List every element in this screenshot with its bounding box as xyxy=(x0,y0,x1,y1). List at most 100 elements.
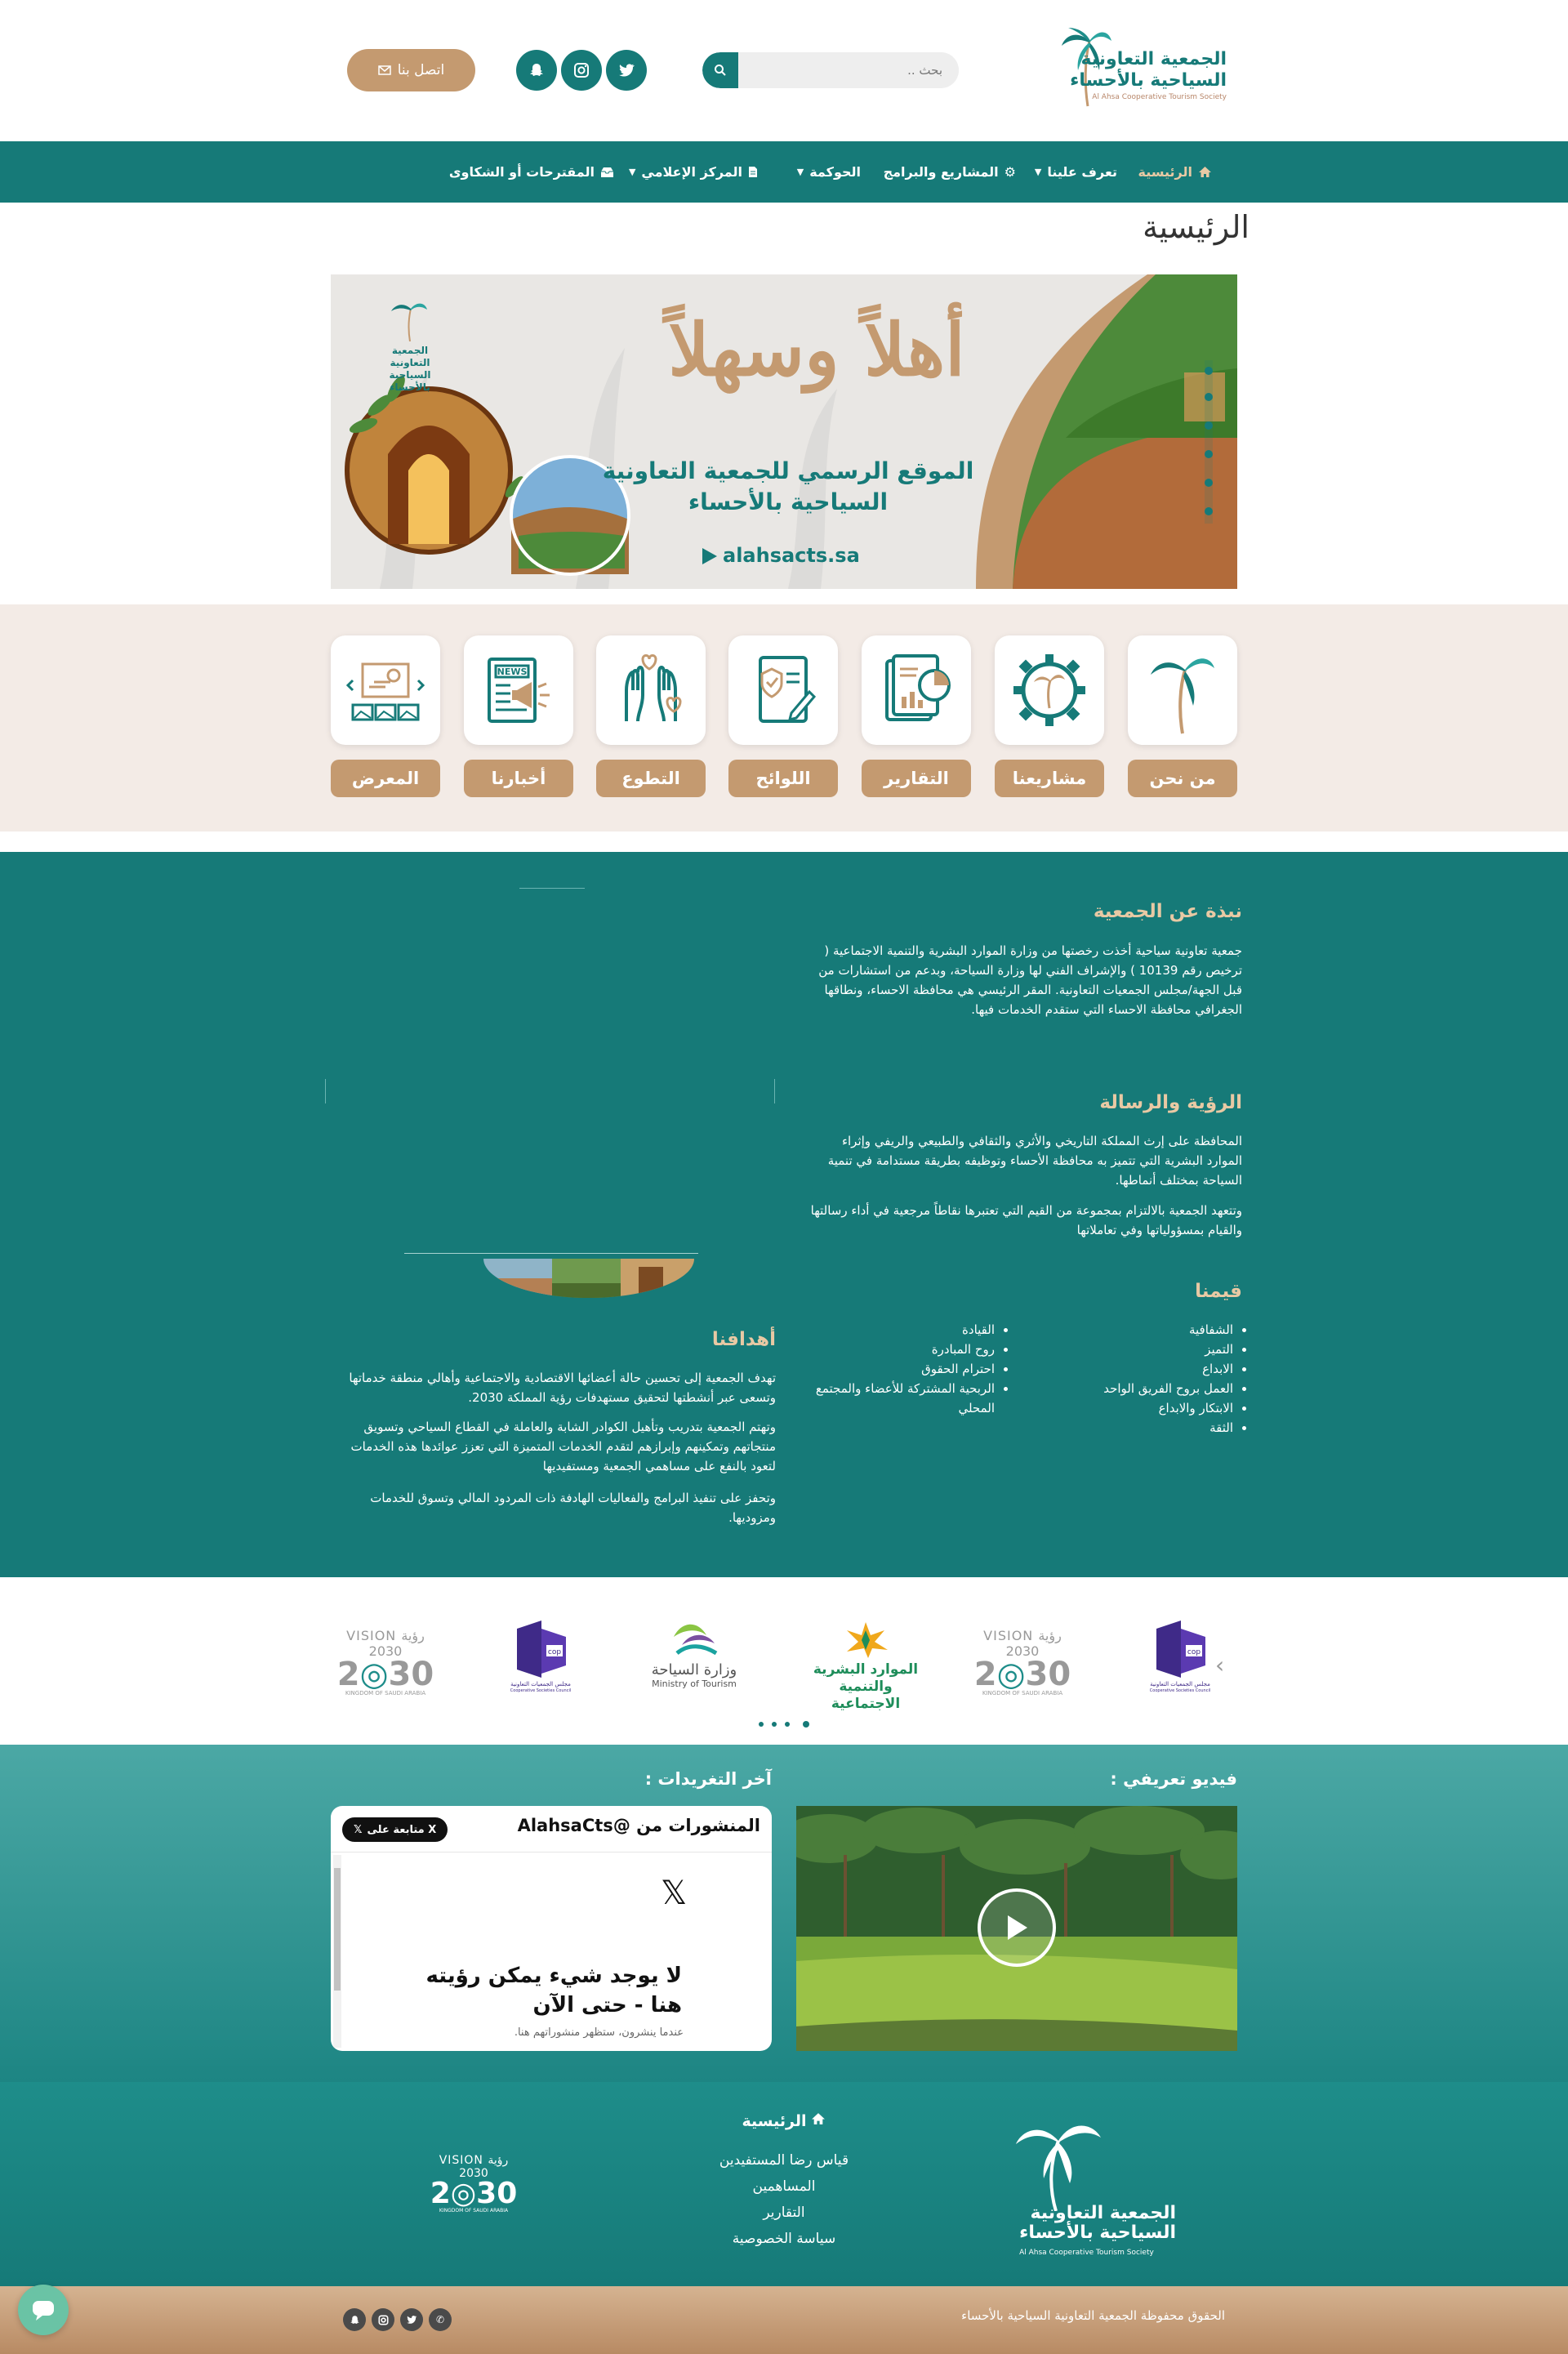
nav-label: المقترحات أو الشكاوى xyxy=(448,164,595,180)
logo-title-line1: الجمعية التعاونية xyxy=(1080,49,1227,69)
snapchat-link[interactable] xyxy=(516,50,557,91)
nav-item-projects[interactable]: ⚙ المشاريع والبرامج xyxy=(884,141,1016,203)
footer-logo-subtitle: Al Ahsa Cooperative Tourism Society xyxy=(1019,2249,1154,2257)
instagram-icon xyxy=(377,2314,389,2325)
nav-item-home[interactable]: الرئيسية xyxy=(1138,141,1213,203)
footer-link[interactable]: المساهمين xyxy=(702,2178,866,2195)
site-logo[interactable]: الجمعية التعاونية السياحية بالأحساء Al A… xyxy=(1062,25,1227,109)
value-item: الابداع xyxy=(1070,1359,1233,1379)
search-input[interactable] xyxy=(738,52,959,88)
partner-sub: Cooperative Societies Council xyxy=(1149,1688,1211,1693)
nav-item-governance[interactable]: الحوكمة ▼ xyxy=(797,141,861,203)
partner-name: وزارة السياحة xyxy=(651,1661,737,1679)
partner-sub: KINGDOM OF SAUDI ARABIA xyxy=(982,1690,1063,1696)
quick-card-volunteering[interactable] xyxy=(596,635,706,745)
carousel-dot-active[interactable] xyxy=(803,1721,809,1728)
quick-button-volunteering[interactable]: التطوع xyxy=(596,760,706,797)
footer-home-label: الرئيسية xyxy=(742,2112,807,2130)
snapchat-icon xyxy=(530,64,543,76)
scrollbar[interactable] xyxy=(333,1855,341,2048)
logo-subtitle: Al Ahsa Cooperative Tourism Society xyxy=(1092,93,1227,101)
quick-card-reports[interactable] xyxy=(862,635,971,745)
quick-button-reports[interactable]: التقارير xyxy=(862,760,971,797)
footer-home-link[interactable]: الرئيسية xyxy=(702,2112,866,2130)
follow-label: متابعة على X xyxy=(367,1823,437,1836)
snapchat-link[interactable] xyxy=(343,2308,366,2331)
vision-text-2: وتتعهد الجمعية بالالتزام بمجموعة من القي… xyxy=(810,1203,1242,1237)
home-icon xyxy=(812,2113,826,2124)
chevron-down-icon: ▼ xyxy=(1034,167,1042,177)
newspaper-icon: NEWS xyxy=(488,658,550,723)
twitter-link[interactable] xyxy=(400,2308,423,2331)
partners-section xyxy=(0,1577,1568,1745)
logo-title: الجمعية التعاونية السياحية بالأحساء xyxy=(1070,49,1227,91)
footer-palm-logo-icon xyxy=(1016,2125,1101,2211)
values-title: قيمنا xyxy=(1195,1281,1242,1302)
quick-button-news[interactable]: أخبارنا xyxy=(464,760,573,797)
play-icon xyxy=(1008,1915,1027,1940)
footer-link[interactable]: سياسة الخصوصية xyxy=(702,2231,866,2247)
carousel-dot[interactable] xyxy=(772,1722,777,1727)
partner-logo[interactable]: وزارة السياحة Ministry of Tourism xyxy=(649,1621,739,1702)
footer-vision-sub: KINGDOM OF SAUDI ARABIA xyxy=(439,2208,509,2214)
partner-logo[interactable]: cop مجلس الجمعيات التعاونية Cooperative … xyxy=(508,1621,573,1702)
tourism-logo-icon xyxy=(674,1624,718,1656)
follow-button[interactable]: 𝕏 متابعة على X xyxy=(342,1817,448,1842)
document-icon xyxy=(749,167,757,177)
nav-item-media-center[interactable]: المركز الإعلامي ▼ xyxy=(629,141,758,203)
quick-button-gallery[interactable]: المعرض xyxy=(331,760,440,797)
quick-card-news[interactable]: NEWS xyxy=(464,635,573,745)
chat-widget-button[interactable] xyxy=(18,2285,69,2335)
partner-logo[interactable]: VISION رؤية 2030 2◎30 KINGDOM OF SAUDI A… xyxy=(973,1628,1071,1696)
partner-logo[interactable]: الموارد البشرية والتنمية الاجتماعية xyxy=(804,1622,927,1712)
vision-number: 2◎30 xyxy=(336,1656,434,1693)
copyright-bar xyxy=(0,2286,1568,2354)
instagram-link[interactable] xyxy=(561,50,602,91)
quick-button-projects[interactable]: مشاريعنا xyxy=(995,760,1104,797)
banner-url: alahsacts.sa xyxy=(723,544,860,567)
chevron-right-icon[interactable]: › xyxy=(1215,1652,1224,1679)
gallery-strip xyxy=(483,1259,694,1298)
about-section xyxy=(0,852,1568,1577)
inbox-icon xyxy=(601,167,613,177)
nav-item-about[interactable]: تعرف علينا ▼ xyxy=(1035,141,1117,203)
quick-button-about[interactable]: من نحن xyxy=(1128,760,1237,797)
contact-button[interactable]: اتصل بنا xyxy=(347,49,475,91)
palm-logo-icon xyxy=(1151,658,1214,734)
quick-card-gallery[interactable] xyxy=(331,635,440,745)
quick-card-about[interactable] xyxy=(1128,635,1237,745)
gear-icon: ⚙ xyxy=(1004,164,1016,180)
values-list-2: القيادة روح المبادرة احترام الحقوق الربح… xyxy=(791,1320,995,1418)
instagram-icon xyxy=(574,63,589,78)
nav-label: تعرف علينا xyxy=(1047,164,1117,180)
play-button[interactable] xyxy=(978,1888,1056,1967)
value-item: روح المبادرة xyxy=(791,1340,995,1359)
whatsapp-link[interactable]: ✆ xyxy=(429,2308,452,2331)
twitter-icon xyxy=(619,64,635,77)
coop-council-logo-icon: cop xyxy=(517,1621,566,1678)
chevron-down-icon: ▼ xyxy=(628,167,636,177)
intro-video[interactable] xyxy=(796,1806,1237,2051)
twitter-link[interactable] xyxy=(606,50,647,91)
svg-text:NEWS: NEWS xyxy=(497,667,528,677)
page-title: الرئيسية xyxy=(1143,209,1250,245)
search-button[interactable] xyxy=(702,52,738,88)
divider xyxy=(404,1253,698,1254)
value-item: الثقة xyxy=(1070,1418,1233,1438)
instagram-link[interactable] xyxy=(372,2308,394,2331)
footer-link[interactable]: التقارير xyxy=(702,2205,866,2221)
partner-logo[interactable]: VISION رؤية 2030 2◎30 KINGDOM OF SAUDI A… xyxy=(336,1628,434,1696)
partner-logo[interactable]: cop مجلس الجمعيات التعاونية Cooperative … xyxy=(1147,1621,1213,1702)
quick-button-regulations[interactable]: اللوائح xyxy=(728,760,838,797)
footer-link[interactable]: قياس رضا المستفيدين xyxy=(702,2152,866,2169)
nav-item-complaints[interactable]: المقترحات أو الشكاوى xyxy=(449,141,614,203)
quick-card-projects[interactable] xyxy=(995,635,1104,745)
copyright-text: الحقوق محفوظة الجمعية التعاونية السياحية… xyxy=(961,2308,1225,2323)
values-list-1: الشفافية التميز الابداع العمل بروح الفري… xyxy=(1070,1320,1233,1438)
snapchat-icon xyxy=(350,2315,359,2324)
carousel-dot[interactable] xyxy=(759,1722,764,1727)
quick-card-regulations[interactable] xyxy=(728,635,838,745)
star-logo-icon xyxy=(847,1622,888,1658)
value-item: الشفافية xyxy=(1070,1320,1233,1340)
carousel-dot[interactable] xyxy=(785,1722,790,1727)
